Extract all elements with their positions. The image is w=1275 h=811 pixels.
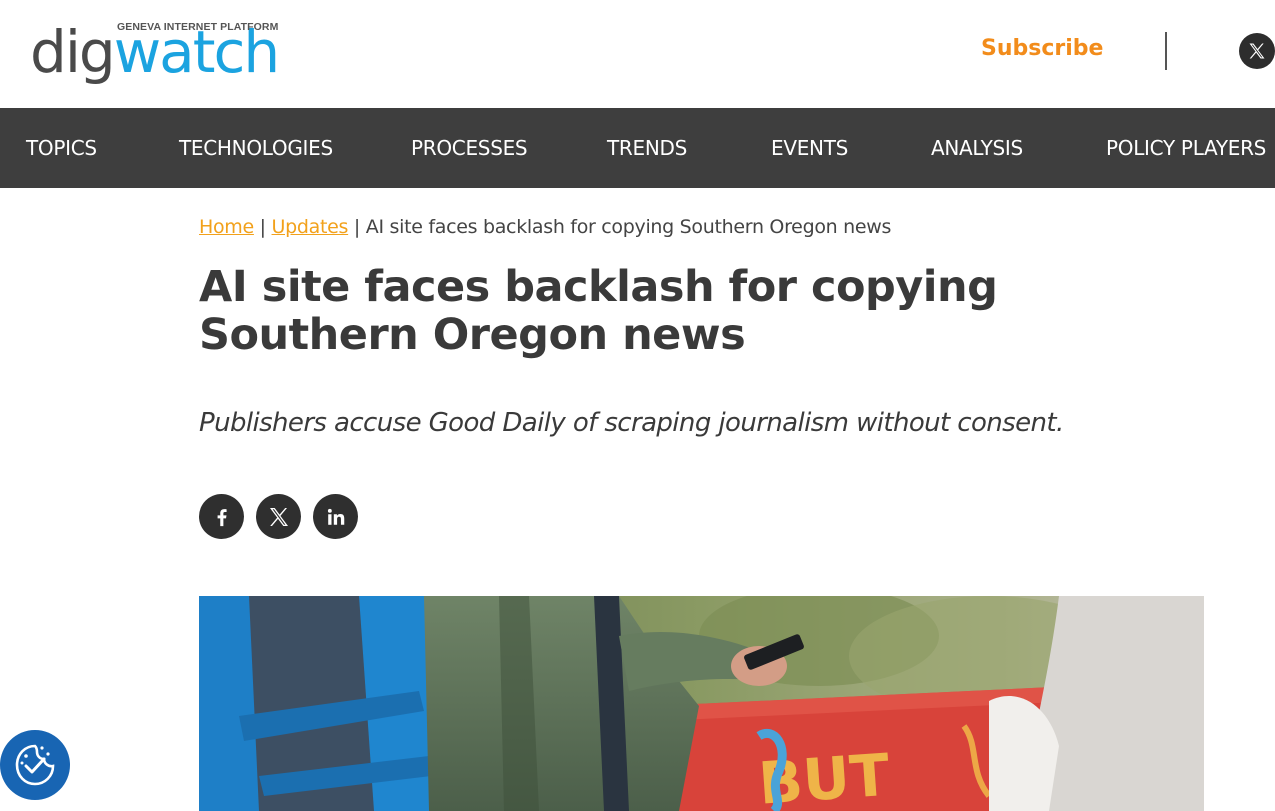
nav-item-processes[interactable]: PROCESSES	[411, 108, 528, 188]
x-icon[interactable]	[1239, 33, 1275, 69]
logo-word-dig: dig	[30, 18, 116, 86]
article-hero-image: BUT	[199, 596, 1204, 811]
linkedin-icon	[327, 508, 344, 525]
nav-item-policy-players[interactable]: POLICY PLAYERS	[1106, 108, 1266, 188]
breadcrumb: Home | Updates | AI site faces backlash …	[199, 216, 891, 238]
header-divider	[1165, 32, 1167, 70]
logo-tagline: GENEVA INTERNET PLATFORM	[117, 21, 279, 33]
breadcrumb-home-link[interactable]: Home	[199, 216, 254, 238]
linkedin-share-button[interactable]	[313, 494, 358, 539]
subscribe-link[interactable]: Subscribe	[981, 36, 1103, 61]
x-share-button[interactable]	[256, 494, 301, 539]
facebook-icon	[217, 508, 227, 526]
article-subtitle: Publishers accuse Good Daily of scraping…	[199, 408, 1064, 438]
facebook-share-button[interactable]	[199, 494, 244, 539]
digwatch-logo[interactable]: digwatch GENEVA INTERNET PLATFORM	[30, 16, 310, 88]
site-header: digwatch GENEVA INTERNET PLATFORM Subscr…	[0, 0, 1275, 108]
breadcrumb-current: AI site faces backlash for copying South…	[365, 216, 892, 238]
cookie-consent-icon	[15, 744, 55, 786]
nav-item-topics[interactable]: TOPICS	[26, 108, 97, 188]
breadcrumb-separator: |	[259, 216, 266, 238]
breadcrumb-separator: |	[353, 216, 360, 238]
article-title: AI site faces backlash for copying South…	[199, 262, 998, 360]
main-navigation: TOPICS TECHNOLOGIES PROCESSES TRENDS EVE…	[0, 108, 1275, 188]
x-icon	[269, 507, 288, 526]
nav-item-technologies[interactable]: TECHNOLOGIES	[179, 108, 333, 188]
breadcrumb-updates-link[interactable]: Updates	[272, 216, 349, 238]
cookie-consent-button[interactable]	[0, 730, 70, 800]
nav-item-events[interactable]: EVENTS	[771, 108, 848, 188]
nav-item-trends[interactable]: TRENDS	[607, 108, 687, 188]
nav-item-analysis[interactable]: ANALYSIS	[931, 108, 1023, 188]
